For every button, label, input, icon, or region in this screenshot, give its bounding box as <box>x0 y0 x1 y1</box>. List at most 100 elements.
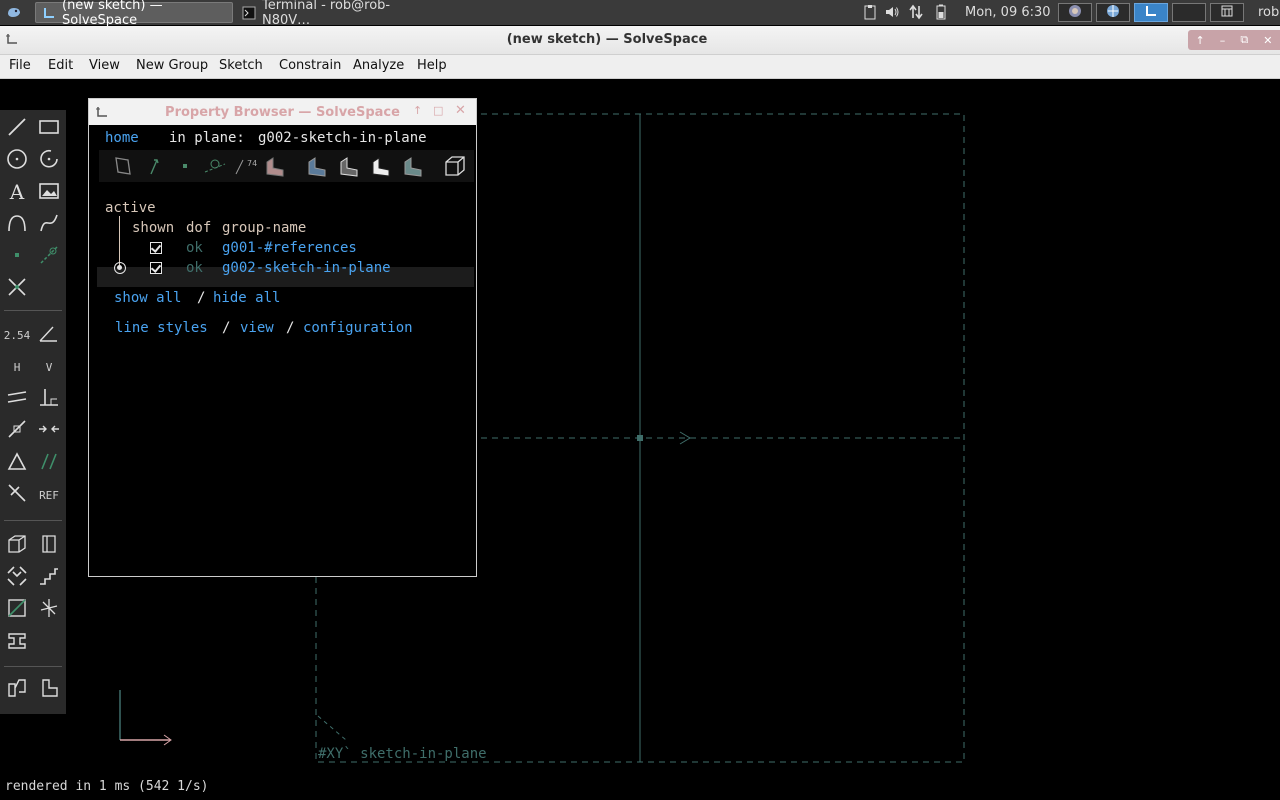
close-icon[interactable]: ✕ <box>1263 34 1272 47</box>
origin-point[interactable] <box>637 435 643 441</box>
window-titlebar[interactable]: (new sketch) — SolveSpace <box>0 26 1280 55</box>
menu-analyze[interactable]: Analyze <box>353 58 404 73</box>
horizontal-label: H <box>13 360 21 374</box>
home-link[interactable]: home <box>105 130 139 146</box>
menu-edit[interactable]: Edit <box>48 58 73 73</box>
perpendicular-tool[interactable] <box>35 386 63 412</box>
minimize-icon[interactable]: – <box>1220 34 1226 47</box>
clipboard-icon[interactable] <box>862 4 878 20</box>
workspace-5[interactable] <box>1210 3 1244 22</box>
circle-tool[interactable] <box>3 148 31 174</box>
clock[interactable]: Mon, 09 6:30 <box>965 0 1051 25</box>
equal-tool[interactable] <box>3 450 31 476</box>
workspace-3[interactable] <box>1134 3 1168 22</box>
group-name-link[interactable]: g002-sketch-in-plane <box>222 260 391 276</box>
nearest-ortho-view-tool[interactable] <box>35 533 63 559</box>
sketch-in-3d-tool[interactable] <box>3 597 31 623</box>
battery-icon[interactable] <box>933 4 949 20</box>
perspective-icon[interactable] <box>443 154 467 178</box>
maximize-icon[interactable]: □ <box>433 104 443 117</box>
same-orientation-tool[interactable] <box>35 450 63 476</box>
other-supplementary-tool[interactable] <box>3 482 31 508</box>
menu-file[interactable]: File <box>9 58 31 73</box>
task-label: Terminal - rob@rob-N80V… <box>262 0 391 28</box>
show-all-link[interactable]: show all <box>114 290 181 306</box>
terminal-icon <box>242 6 256 20</box>
construction-visibility-icon[interactable] <box>203 154 227 178</box>
group-shown-checkbox[interactable] <box>150 242 162 254</box>
app-menu-icon[interactable] <box>6 4 22 20</box>
volume-icon[interactable] <box>884 4 900 20</box>
lathe-tool[interactable] <box>35 677 63 703</box>
tool-palette: A 2.54 H V REF <box>0 110 66 714</box>
assemble-tool[interactable] <box>3 677 31 703</box>
text-tool[interactable]: A <box>3 180 31 206</box>
nearest-ortho-view-icon <box>37 532 61 560</box>
separator: / <box>286 320 295 336</box>
network-icon[interactable] <box>908 4 924 20</box>
edges-visibility-icon[interactable] <box>337 154 361 178</box>
points-visibility-icon[interactable] <box>173 154 197 178</box>
zoom-to-fit-tool[interactable] <box>3 565 31 591</box>
datum-point-tool[interactable] <box>3 244 31 270</box>
distance-dimension-tool[interactable]: 2.54 <box>3 322 31 348</box>
group-shown-checkbox[interactable] <box>150 262 162 274</box>
split-curves-tool[interactable] <box>3 276 31 302</box>
maximize-icon[interactable]: ⧉ <box>1240 33 1248 47</box>
construction-tool[interactable] <box>35 244 63 270</box>
line-tool[interactable] <box>3 116 31 142</box>
menu-new-group[interactable]: New Group <box>136 58 208 73</box>
tangent-arc-tool[interactable] <box>3 212 31 238</box>
nearest-iso-view-tool[interactable] <box>3 533 31 559</box>
constraints-visibility-icon[interactable]: 74° <box>233 154 261 178</box>
menu-constrain[interactable]: Constrain <box>279 58 341 73</box>
user-name[interactable]: rob <box>1258 0 1279 25</box>
workspace-2[interactable] <box>1096 3 1130 22</box>
toolbar-divider <box>4 310 62 311</box>
configuration-link[interactable]: configuration <box>303 320 413 336</box>
menu-sketch[interactable]: Sketch <box>219 58 263 73</box>
faces-visibility-icon[interactable] <box>263 154 287 178</box>
active-group-radio[interactable] <box>114 262 126 274</box>
point-on-line-tool[interactable] <box>3 418 31 444</box>
angle-dimension-icon <box>37 321 61 349</box>
same-orientation-icon <box>37 449 61 477</box>
normals-visibility-icon[interactable] <box>143 154 167 178</box>
separator: / <box>222 320 231 336</box>
menu-help[interactable]: Help <box>417 58 447 73</box>
step-dimension-tool[interactable] <box>35 565 63 591</box>
property-browser-titlebar[interactable]: Property Browser — SolveSpace ↑ □ ✕ <box>89 99 476 125</box>
hide-all-link[interactable]: hide all <box>213 290 280 306</box>
horizontal-tool[interactable]: H <box>3 354 31 380</box>
workspace-1[interactable] <box>1058 3 1092 22</box>
extrude-tool[interactable] <box>3 629 31 655</box>
task-terminal[interactable]: Terminal - rob@rob-N80V… <box>236 0 436 28</box>
outlines-visibility-icon[interactable] <box>369 154 393 178</box>
equal-icon <box>5 449 29 477</box>
parallel-tool[interactable] <box>3 386 31 412</box>
workplane-visibility-icon[interactable] <box>111 154 135 178</box>
rectangle-tool[interactable] <box>35 116 63 142</box>
dimension-label: 2.54 <box>3 328 31 342</box>
arc-tool[interactable] <box>35 148 63 174</box>
angle-dimension-tool[interactable] <box>35 322 63 348</box>
view-link[interactable]: view <box>240 320 274 336</box>
line-styles-link[interactable]: line styles <box>115 320 208 336</box>
reference-tool[interactable]: REF <box>35 482 63 508</box>
pin-icon[interactable]: ↑ <box>1196 34 1205 47</box>
group-name-link[interactable]: g001-#references <box>222 240 357 256</box>
symmetric-tool[interactable] <box>35 418 63 444</box>
bezier-tool[interactable] <box>35 212 63 238</box>
pin-icon[interactable]: ↑ <box>413 104 422 117</box>
task-solvespace[interactable]: (new sketch) — SolveSpace <box>35 0 233 28</box>
mesh-visibility-icon[interactable] <box>401 154 425 178</box>
shaded-visibility-icon[interactable] <box>305 154 329 178</box>
group-dof-status: ok <box>186 240 203 256</box>
image-tool[interactable] <box>35 180 63 206</box>
close-icon[interactable]: ✕ <box>455 103 466 118</box>
workspace-4[interactable] <box>1172 3 1206 22</box>
menu-view[interactable]: View <box>89 58 120 73</box>
step-dimension-icon <box>37 564 61 592</box>
vertical-tool[interactable]: V <box>35 354 63 380</box>
sketch-in-plane-tool[interactable] <box>35 597 63 623</box>
